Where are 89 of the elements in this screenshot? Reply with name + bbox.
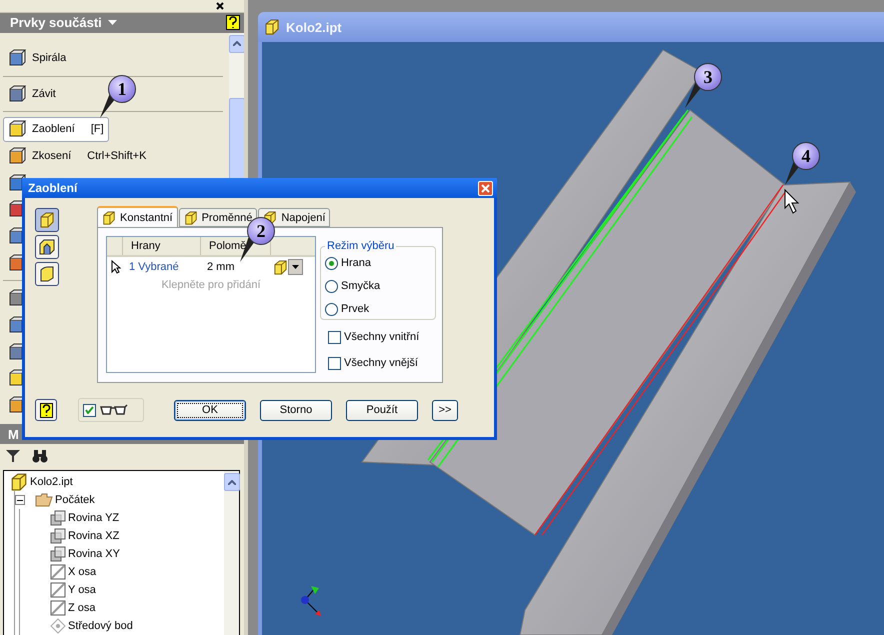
mode-button[interactable] xyxy=(35,262,59,286)
mode-button[interactable] xyxy=(35,235,59,259)
filter-icon[interactable] xyxy=(6,449,20,464)
close-button[interactable] xyxy=(478,180,493,196)
caret-icon xyxy=(292,265,299,269)
feature-item[interactable]: Spirála xyxy=(3,46,72,70)
tree-item[interactable]: Kolo2.ipt xyxy=(30,476,73,488)
help-icon[interactable] xyxy=(226,15,240,30)
table-cell[interactable]: 1 Vybrané xyxy=(123,261,201,273)
feature-label: Spirála xyxy=(32,52,66,64)
dialog-title: Zaoblení xyxy=(28,181,78,195)
axis-triad-icon xyxy=(301,586,321,616)
mode-button[interactable] xyxy=(35,208,59,232)
tree-item[interactable]: X osa xyxy=(68,566,96,578)
dialog-button[interactable]: Použít xyxy=(346,400,418,420)
shortcut-label: Ctrl+Shift+K xyxy=(87,150,146,162)
feature-icon[interactable] xyxy=(8,84,26,103)
tab-icon xyxy=(184,210,198,224)
shortcut-label: [F] xyxy=(90,123,104,136)
flange-face[interactable] xyxy=(519,181,851,635)
preview-checkbox[interactable] xyxy=(83,404,96,416)
feature-item[interactable]: Závit xyxy=(3,81,61,106)
checkbox[interactable] xyxy=(328,330,341,344)
group-title: Režim výběru xyxy=(326,240,396,252)
column-header[interactable]: Hrany xyxy=(123,237,201,255)
pointer-icon xyxy=(111,260,121,274)
full-round-icon xyxy=(39,266,55,282)
face-fillet-icon xyxy=(39,239,55,255)
highlighted-edge-line[interactable] xyxy=(534,184,787,536)
feature-icon[interactable] xyxy=(8,146,26,165)
tree-item[interactable]: Rovina XY xyxy=(68,548,120,560)
folder-icon xyxy=(35,492,53,508)
dialog-button[interactable]: Storno xyxy=(260,400,332,420)
radio-label: Prvek xyxy=(341,303,370,315)
table-cell[interactable]: 2 mm xyxy=(201,261,273,273)
tree-item[interactable]: Z osa xyxy=(68,602,96,614)
tab-icon xyxy=(102,210,116,224)
feature-item[interactable]: Zkosení Ctrl+Shift+K xyxy=(3,144,152,168)
collapse-toggle[interactable] xyxy=(15,495,25,505)
checkbox-label: Všechny vnitřní xyxy=(344,331,420,343)
close-icon xyxy=(481,184,490,192)
part-icon xyxy=(264,19,280,35)
fillet-icon xyxy=(273,260,288,274)
dropdown-button[interactable] xyxy=(288,259,303,275)
dialog-button[interactable]: OK xyxy=(174,400,246,420)
plane-icon xyxy=(50,510,66,526)
radio-label: Hrana xyxy=(341,257,371,269)
scroll-up-icon[interactable] xyxy=(228,480,236,484)
radio-button[interactable] xyxy=(325,256,338,270)
tree-item[interactable]: Y osa xyxy=(68,584,96,596)
radio-label: Smyčka xyxy=(341,280,380,292)
checkbox[interactable] xyxy=(328,356,341,370)
close-icon[interactable] xyxy=(216,2,224,10)
axis-icon xyxy=(50,600,66,616)
flange-side-face[interactable] xyxy=(602,182,856,635)
checkbox-label: Všechny vnější xyxy=(344,357,418,369)
feature-item[interactable]: Zaoblení [F] xyxy=(3,116,109,142)
window-title: Kolo2.ipt xyxy=(286,20,342,34)
radio-button[interactable] xyxy=(325,280,338,292)
tree-item[interactable]: Počátek xyxy=(55,494,95,506)
binoculars-icon[interactable] xyxy=(32,449,48,464)
feature-icon[interactable] xyxy=(8,120,26,138)
caret-icon[interactable] xyxy=(108,20,117,26)
part-icon xyxy=(10,473,28,491)
feature-label: Závit xyxy=(32,88,56,100)
panel-header[interactable]: Prvky součásti xyxy=(0,12,244,33)
scroll-up-icon[interactable] xyxy=(232,41,240,46)
cursor-icon xyxy=(784,188,800,214)
edge-fillet-icon xyxy=(39,212,55,228)
plane-icon xyxy=(50,546,66,562)
help-icon xyxy=(40,402,52,418)
plane-icon xyxy=(50,528,66,544)
panel-title: Prvky součásti xyxy=(10,15,102,30)
glasses-icon xyxy=(100,404,128,416)
axis-icon xyxy=(50,582,66,598)
tree-item[interactable]: Rovina YZ xyxy=(68,512,120,524)
axis-icon xyxy=(50,564,66,580)
dialog-button[interactable]: >> xyxy=(432,400,458,420)
radio-button[interactable] xyxy=(325,302,338,316)
tree-item[interactable]: Středový bod xyxy=(68,620,133,632)
help-button[interactable] xyxy=(35,399,57,421)
tab[interactable]: Konstantní xyxy=(97,206,178,227)
hub-face[interactable] xyxy=(429,109,786,536)
browser-title: M xyxy=(8,426,19,442)
feature-label: Zkosení xyxy=(32,150,72,162)
feature-label: Zaoblení xyxy=(32,123,75,136)
tree-item[interactable]: Rovina XZ xyxy=(68,530,120,542)
feature-icon[interactable] xyxy=(8,49,26,68)
feature-icon[interactable] xyxy=(8,174,26,192)
